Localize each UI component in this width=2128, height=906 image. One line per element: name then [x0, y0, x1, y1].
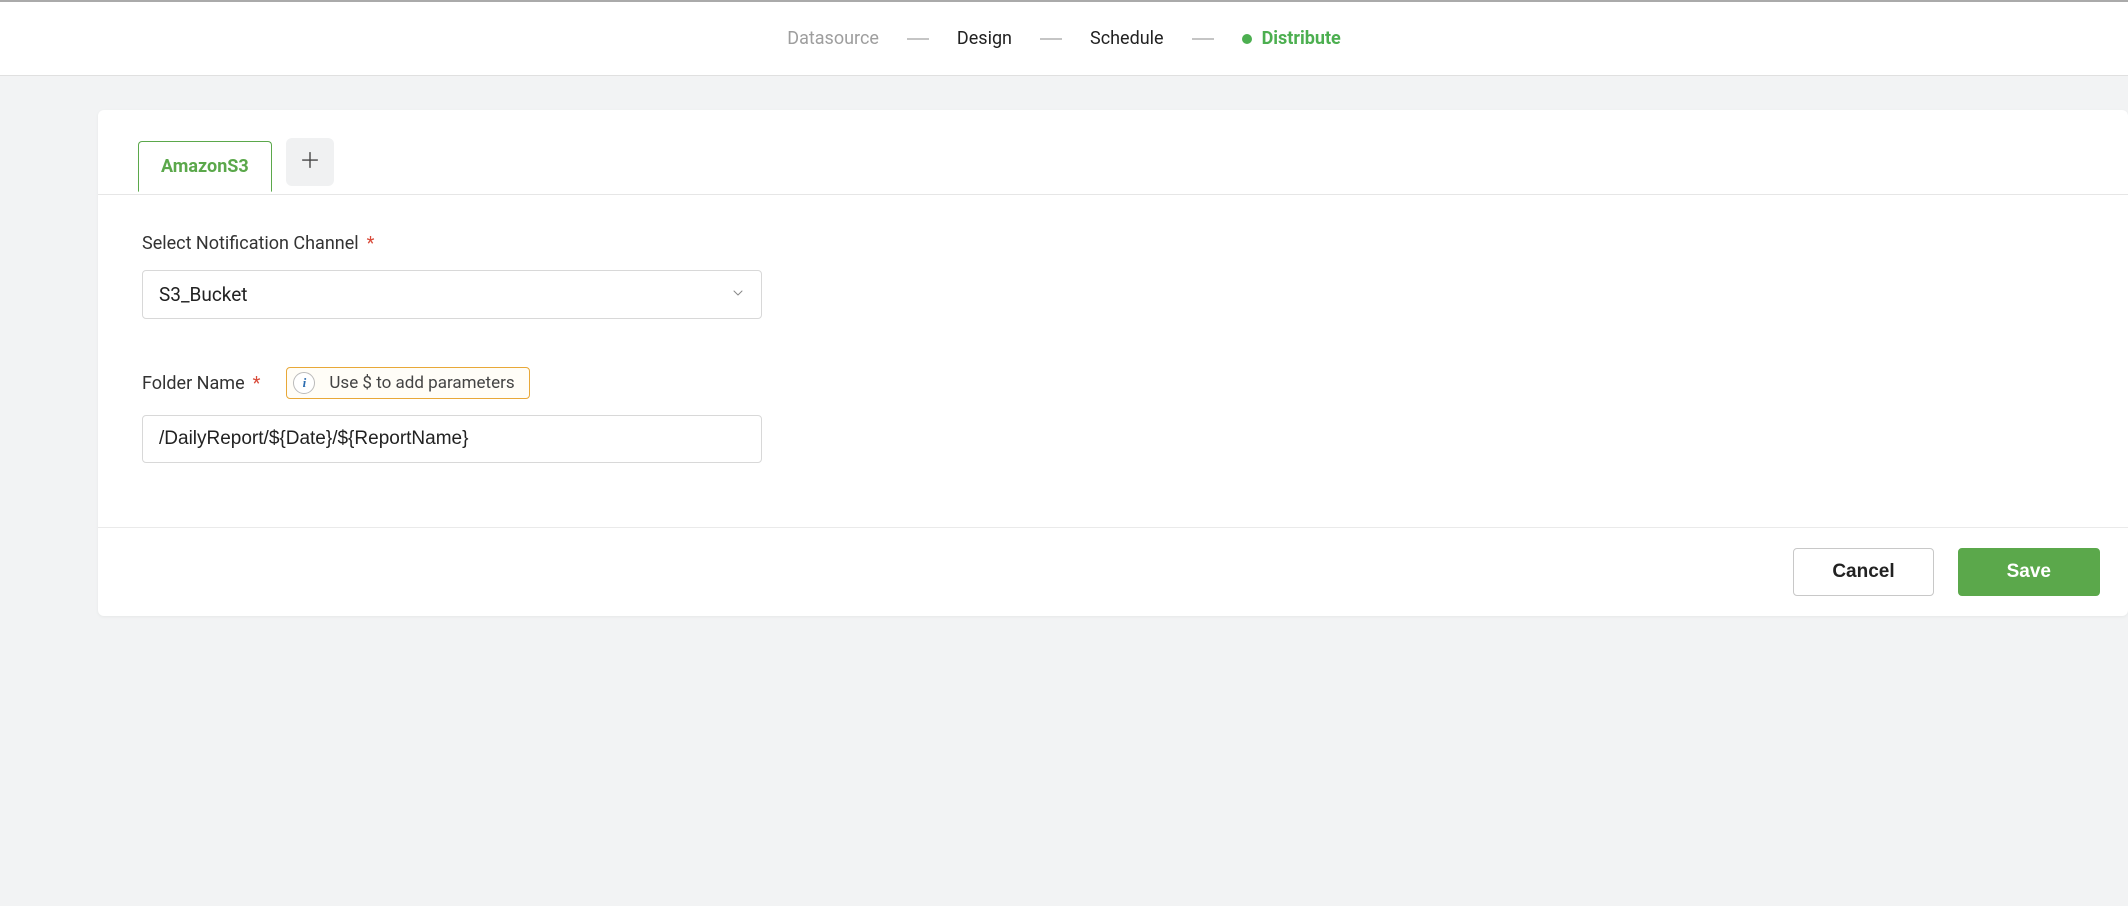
tab-amazons3[interactable]: AmazonS3: [138, 141, 272, 192]
channel-select[interactable]: S3_Bucket: [142, 270, 762, 319]
info-icon: i: [293, 372, 315, 394]
breadcrumb: Datasource Design Schedule Distribute: [0, 0, 2128, 76]
breadcrumb-separator-icon: [907, 38, 929, 40]
cancel-button[interactable]: Cancel: [1793, 548, 1933, 596]
breadcrumb-datasource[interactable]: Datasource: [783, 28, 883, 49]
breadcrumb-distribute[interactable]: Distribute: [1238, 28, 1345, 49]
folder-hint-text: Use $ to add parameters: [329, 373, 514, 393]
breadcrumb-design[interactable]: Design: [953, 28, 1016, 49]
folder-label: Folder Name * i Use $ to add parameters: [142, 367, 2084, 399]
channel-label: Select Notification Channel *: [142, 233, 2084, 254]
distribute-panel: AmazonS3 Select Notification Channel * S…: [98, 110, 2128, 616]
plus-icon: [299, 149, 321, 175]
breadcrumb-separator-icon: [1192, 38, 1214, 40]
required-asterisk-icon: *: [367, 233, 375, 254]
breadcrumb-distribute-label: Distribute: [1262, 28, 1341, 49]
folder-hint: i Use $ to add parameters: [286, 367, 529, 399]
breadcrumb-schedule[interactable]: Schedule: [1086, 28, 1168, 49]
add-tab-button[interactable]: [286, 138, 334, 186]
footer-actions: Cancel Save: [98, 527, 2128, 616]
folder-name-input[interactable]: [142, 415, 762, 463]
save-button[interactable]: Save: [1958, 548, 2100, 596]
tabs-bar: AmazonS3: [98, 110, 2128, 195]
form-area: Select Notification Channel * S3_Bucket …: [98, 195, 2128, 527]
active-step-dot-icon: [1242, 34, 1252, 44]
channel-label-text: Select Notification Channel: [142, 233, 359, 254]
required-asterisk-icon: *: [253, 373, 261, 394]
folder-label-text: Folder Name: [142, 373, 245, 394]
breadcrumb-separator-icon: [1040, 38, 1062, 40]
channel-select-value: S3_Bucket: [142, 270, 762, 319]
